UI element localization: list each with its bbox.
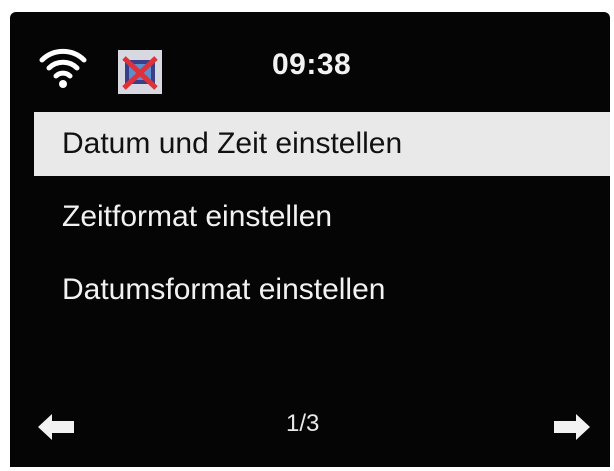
- settings-menu: Datum und Zeit einstellen Zeitformat ein…: [34, 112, 610, 331]
- display-screen: 09:38 Datum und Zeit einstellen Zeitform…: [10, 12, 610, 467]
- clock-time: 09:38: [272, 48, 352, 81]
- page-indicator: 1/3: [286, 410, 320, 437]
- arrow-right-icon[interactable]: [554, 414, 590, 440]
- menu-item-datumsformat[interactable]: Datumsformat einstellen: [34, 258, 610, 322]
- menu-item-zeitformat[interactable]: Zeitformat einstellen: [34, 185, 610, 249]
- arrow-left-icon[interactable]: [38, 414, 74, 440]
- menu-item-datum-und-zeit[interactable]: Datum und Zeit einstellen: [34, 112, 610, 176]
- wifi-icon: [39, 48, 87, 88]
- alarm-off-icon: [118, 50, 162, 94]
- device-bezel: 09:38 Datum und Zeit einstellen Zeitform…: [0, 0, 614, 471]
